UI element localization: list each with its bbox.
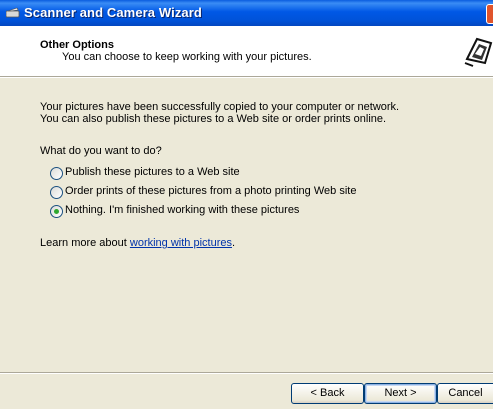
close-button[interactable]: [486, 4, 493, 24]
option-label: Nothing. I'm finished working with these…: [65, 204, 300, 216]
back-button[interactable]: < Back: [291, 383, 364, 404]
learn-more-link[interactable]: working with pictures: [130, 237, 232, 249]
radio-button[interactable]: [50, 167, 63, 180]
intro-text-line-2: You can also publish these pictures to a…: [40, 113, 387, 125]
learn-more-text: Learn more about working with pictures.: [40, 237, 235, 249]
intro-text-line-1: Your pictures have been successfully cop…: [40, 101, 400, 113]
scanner-icon: [6, 7, 20, 18]
question-label: What do you want to do?: [40, 145, 162, 157]
learn-more-suffix: .: [231, 237, 236, 249]
radio-selected-dot: [54, 209, 59, 214]
next-button[interactable]: Next >: [364, 383, 437, 404]
cancel-button[interactable]: Cancel: [437, 383, 493, 404]
window-title: Scanner and Camera Wizard: [24, 5, 202, 20]
camera-wizard-icon: [464, 37, 493, 67]
title-bar[interactable]: Scanner and Camera Wizard: [0, 0, 493, 26]
page-title: Other Options: [40, 39, 114, 51]
page-subtitle: You can choose to keep working with your…: [62, 51, 312, 63]
radio-button-selected[interactable]: [50, 205, 63, 218]
footer-divider: [0, 372, 493, 374]
option-label: Order prints of these pictures from a ph…: [65, 185, 357, 197]
radio-button[interactable]: [50, 186, 63, 199]
learn-more-prefix: Learn more about: [40, 237, 130, 249]
wizard-window: Scanner and Camera Wizard Other Options …: [0, 0, 493, 409]
option-label: Publish these pictures to a Web site: [65, 166, 240, 178]
